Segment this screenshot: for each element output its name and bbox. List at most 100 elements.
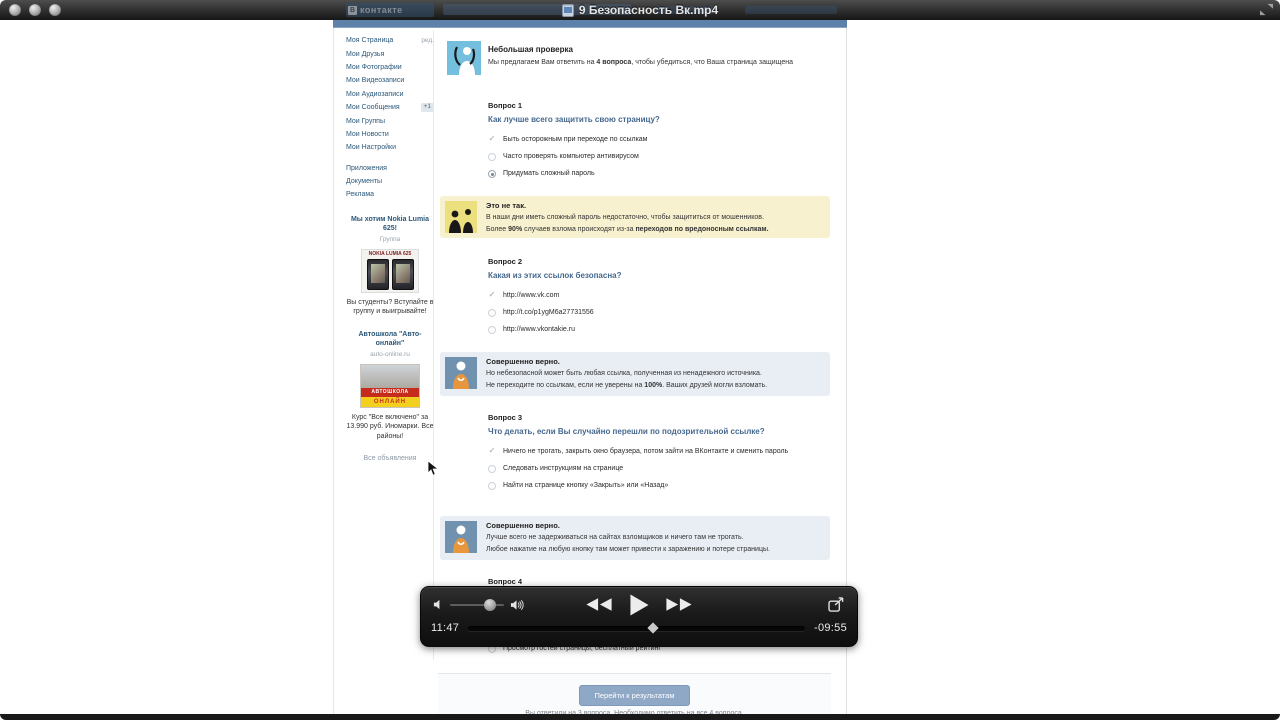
q2-option-1[interactable]: ✓http://www.vk.com (488, 291, 824, 300)
play-button[interactable] (630, 594, 649, 616)
sidebar-item-my-messages[interactable]: Мои Сообщения +1 (346, 101, 434, 114)
question-1-title: Как лучше всего защитить свою страницу? (488, 115, 824, 124)
ad-nokia-title[interactable]: Мы хотим Nokia Lumia 625! (346, 215, 434, 234)
playhead-diamond[interactable] (648, 622, 659, 633)
play-icon (630, 594, 649, 616)
q1-option-1[interactable]: ✓Быть осторожным при переходе по ссылкам (488, 135, 824, 144)
radio-icon (488, 465, 496, 473)
q2-option-2[interactable]: http://t.co/p1ygM6a27731556 (488, 308, 824, 317)
all-ads-link[interactable]: Все объявления (346, 455, 434, 462)
feedback-2-line1: Но небезопасной может быть любая ссылка,… (486, 370, 767, 379)
seek-bar[interactable] (468, 626, 805, 631)
sidebar-item-apps[interactable]: Приложения (346, 162, 434, 175)
volume-high-icon[interactable] (510, 599, 524, 611)
volume-slider[interactable] (450, 604, 504, 606)
rewind-button[interactable] (586, 597, 613, 612)
question-2: Вопрос 2 Какая из этих ссылок безопасна?… (488, 257, 824, 342)
remaining-time: -09:55 (814, 622, 847, 634)
feedback-3-title: Совершенно верно. (486, 521, 770, 530)
ad-driving-subtitle: auto-online.ru (346, 351, 434, 358)
quiz-footer: Перейти к результатам Вы ответили на 3 в… (438, 673, 831, 714)
check-icon: ✓ (488, 447, 496, 455)
question-3-title: Что делать, если Вы случайно перешли по … (488, 427, 824, 436)
sidebar-item-my-audios[interactable]: Мои Аудиозаписи (346, 88, 434, 101)
quiz-intro: Небольшая проверка Мы предлагаем Вам отв… (447, 41, 793, 75)
q2-option-3[interactable]: http://www.vkontakie.ru (488, 325, 824, 334)
radio-selected-icon (488, 170, 496, 178)
q3-option-1[interactable]: ✓Ничего не трогать, закрыть окно браузер… (488, 447, 824, 456)
volume-knob[interactable] (484, 599, 496, 611)
phone-image (367, 259, 389, 290)
quiz-title: Небольшая проверка (488, 45, 793, 54)
fast-forward-icon (666, 597, 693, 612)
share-button[interactable] (828, 597, 845, 612)
ad-nokia-subtitle: Группа (346, 236, 434, 243)
messages-count-badge: +1 (421, 103, 434, 112)
ad-nokia: Мы хотим Nokia Lumia 625! Группа NOKIA L… (346, 215, 434, 317)
nokia-phones-picture (362, 259, 418, 290)
ad-nokia-text: Вы студенты? Вступайте в группу и выигры… (346, 298, 434, 317)
check-icon: ✓ (488, 135, 496, 143)
expand-arrows-icon (1259, 3, 1274, 16)
feedback-1-title: Это не так. (486, 201, 769, 210)
vk-header-strip (333, 20, 847, 28)
volume-low-icon[interactable] (433, 599, 444, 610)
question-2-title: Какая из этих ссылок безопасна? (488, 271, 824, 280)
sidebar-item-my-photos[interactable]: Мои Фотографии (346, 61, 434, 74)
radio-icon (488, 309, 496, 317)
q3-option-2[interactable]: Следовать инструкциям на странице (488, 464, 824, 473)
sidebar-item-my-settings[interactable]: Мои Настройки (346, 141, 434, 154)
radio-icon (488, 482, 496, 490)
feedback-3-line2: Любое нажатие на любую кнопку там может … (486, 546, 770, 555)
feedback-1-line2: Более 90% случаев взлома происходят из-з… (486, 226, 769, 235)
sidebar-gap (346, 155, 434, 162)
question-4-label: Вопрос 4 (488, 577, 824, 586)
vk-sidebar: Моя Страница ред. Мои Друзья Мои Фотогра… (346, 34, 434, 462)
quicktime-window: В контакте 9 Безопасность Вк.mp4 Моя Стр… (0, 0, 1280, 720)
ad-driving-image[interactable]: АВТОШКОЛА ОНЛАЙН (360, 364, 420, 408)
check-icon: ✓ (488, 291, 496, 299)
sidebar-item-my-news[interactable]: Мои Новости (346, 128, 434, 141)
sidebar-item-my-videos[interactable]: Мои Видеозаписи (346, 74, 434, 87)
question-3: Вопрос 3 Что делать, если Вы случайно пе… (488, 413, 824, 498)
question-1: Вопрос 1 Как лучше всего защитить свою с… (488, 101, 824, 186)
feedback-3-line1: Лучше всего не задерживаться на сайтах в… (486, 534, 770, 543)
feedback-2-title: Совершенно верно. (486, 357, 767, 366)
volume-control (433, 599, 524, 611)
video-file-icon (562, 4, 574, 17)
ad-driving-school: Автошкола "Авто-онлайн" auto-online.ru А… (346, 330, 434, 442)
q3-option-3[interactable]: Найти на странице кнопку «Закрыть» или «… (488, 481, 824, 490)
ad-nokia-image[interactable]: NOKIA LUMIA 625 (361, 249, 419, 293)
radio-icon (488, 153, 496, 161)
edit-link[interactable]: ред. (421, 37, 434, 44)
feedback-1-line1: В наши дни иметь сложный пароль недостат… (486, 214, 769, 223)
ad-driving-title[interactable]: Автошкола "Авто-онлайн" (346, 330, 434, 349)
checkup-doctor-icon (447, 41, 481, 75)
rewind-icon (586, 597, 613, 612)
question-3-label: Вопрос 3 (488, 413, 824, 422)
feedback-correct-box-2: Совершенно верно. Лучше всего не задержи… (440, 516, 830, 560)
player-hud: 11:47 -09:55 (420, 586, 858, 647)
ad-nokia-caption: NOKIA LUMIA 625 (362, 250, 418, 258)
sidebar-item-my-groups[interactable]: Мои Группы (346, 114, 434, 127)
sidebar-item-my-friends[interactable]: Мои Друзья (346, 47, 434, 60)
ad-driving-text: Курс "Все включено" за 13.990 руб. Инома… (346, 413, 434, 442)
phone-image (392, 259, 414, 290)
sidebar-item-documents[interactable]: Документы (346, 175, 434, 188)
radio-icon (488, 326, 496, 334)
window-title-area: 9 Безопасность Вк.mp4 (0, 0, 1280, 20)
fullscreen-button[interactable] (1259, 3, 1274, 21)
sidebar-item-ads[interactable]: Реклама (346, 188, 434, 201)
thieves-icon (445, 201, 477, 233)
go-to-results-button[interactable]: Перейти к результатам (579, 685, 689, 706)
q1-option-3[interactable]: Придумать сложный пароль (488, 169, 824, 178)
quiz-subtitle: Мы предлагаем Вам ответить на 4 вопроса,… (488, 59, 793, 66)
feedback-2-line2: Не переходите по ссылкам, если не уверен… (486, 382, 767, 391)
share-icon (828, 597, 845, 612)
fast-forward-button[interactable] (666, 597, 693, 612)
question-4: Вопрос 4 (488, 577, 824, 586)
q1-option-2[interactable]: Часто проверять компьютер антивирусом (488, 152, 824, 161)
sidebar-item-my-page[interactable]: Моя Страница ред. (346, 34, 434, 47)
feedback-wrong-box: Это не так. В наши дни иметь сложный пар… (440, 196, 830, 238)
calm-person-icon (445, 521, 477, 553)
